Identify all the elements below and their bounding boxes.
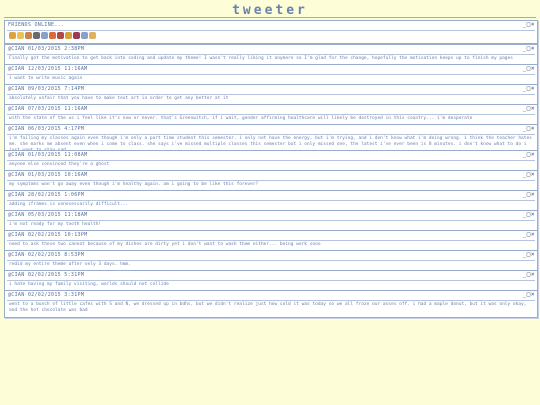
post-text: need to ask those two cannot because of …	[7, 240, 535, 249]
close-button[interactable]: ×	[531, 151, 535, 158]
friend-avatar-icon[interactable]	[57, 32, 64, 39]
post-text: anyone else convinced they're a ghost	[7, 160, 535, 169]
close-button[interactable]: ×	[531, 251, 535, 258]
window-controls: _□×	[523, 291, 535, 299]
friend-avatar-icon[interactable]	[81, 32, 88, 39]
window-titlebar: @CIAN 02/02/2015 5:31PM _□×	[5, 271, 537, 280]
close-button[interactable]: ×	[531, 211, 535, 218]
window-titlebar: @CIAN 01/03/2015 2:38PM _□×	[5, 45, 537, 54]
window-controls: _□×	[523, 251, 535, 259]
app-window: tweeter FRIENDS ONLINE... _□× @CIAN 01/0…	[0, 0, 540, 405]
window-titlebar: @CIAN 12/03/2015 11:16AM _□×	[5, 65, 537, 74]
close-button[interactable]: ×	[531, 125, 535, 132]
post-text: absolutely unfair that you have to make …	[7, 94, 535, 103]
friend-avatar-icon[interactable]	[49, 32, 56, 39]
close-button[interactable]: ×	[531, 65, 535, 72]
close-button[interactable]: ×	[531, 191, 535, 198]
window-controls: _□×	[523, 45, 535, 53]
title-divider	[4, 17, 536, 18]
post-text: i want to write music again	[7, 74, 535, 83]
post-text: went to a bunch of little cafes with S a…	[7, 300, 535, 315]
window-controls: _□×	[523, 105, 535, 113]
friends-avatar-row	[7, 30, 535, 41]
post-text: Finally got the motivation to get back i…	[7, 54, 535, 63]
window-titlebar: @CIAN 05/03/2015 11:18AM _□×	[5, 211, 537, 220]
post-window: @CIAN 28/02/2015 1:06PM _□× adding iframes…	[4, 190, 538, 212]
post-window: @CIAN 12/03/2015 11:16AM _□× i want to wri…	[4, 64, 538, 86]
close-button[interactable]: ×	[531, 21, 535, 28]
post-window: @CIAN 02/02/2015 5:31PM _□× i hate having …	[4, 270, 538, 292]
close-button[interactable]: ×	[531, 45, 535, 52]
friend-avatar-icon[interactable]	[89, 32, 96, 39]
window-controls: _□×	[523, 211, 535, 219]
post-text: with the state of the us i feel like it'…	[7, 114, 535, 123]
window-controls: _□×	[523, 65, 535, 73]
close-button[interactable]: ×	[531, 291, 535, 298]
window-titlebar: @CIAN 01/03/2015 11:08AM _□×	[5, 151, 537, 160]
post-text: i'm not ready for my tooth health!	[7, 220, 535, 229]
friend-avatar-icon[interactable]	[65, 32, 72, 39]
window-controls: _□×	[523, 151, 535, 159]
post-text: my symptoms won't go away even though i'…	[7, 180, 535, 189]
post-header: @CIAN 02/02/2015 3:31PM	[8, 292, 85, 298]
window-titlebar: @CIAN 02/02/2015 10:13PM _□×	[5, 231, 537, 240]
window-controls: _□×	[523, 231, 535, 239]
window-titlebar: @CIAN 02/02/2015 8:53PM _□×	[5, 251, 537, 260]
window-controls: _□×	[523, 125, 535, 133]
post-header: @CIAN 07/03/2015 11:16AM	[8, 106, 88, 112]
window-titlebar: @CIAN 09/03/2015 7:14PM _□×	[5, 85, 537, 94]
post-header: @CIAN 02/02/2015 10:13PM	[8, 232, 88, 238]
window-controls: _□×	[523, 21, 535, 29]
friends-online-window: FRIENDS ONLINE... _□×	[4, 20, 538, 44]
friend-avatar-icon[interactable]	[41, 32, 48, 39]
window-titlebar: @CIAN 02/02/2015 3:31PM _□×	[5, 291, 537, 300]
close-button[interactable]: ×	[531, 171, 535, 178]
post-header: @CIAN 06/03/2015 4:17PM	[8, 126, 85, 132]
window-titlebar: @CIAN 01/03/2015 10:16AM _□×	[5, 171, 537, 180]
post-text: i hate having my family visiting, worlds…	[7, 280, 535, 289]
post-window: @CIAN 01/03/2015 11:08AM _□× anyone else c…	[4, 150, 538, 172]
friend-avatar-icon[interactable]	[9, 32, 16, 39]
post-window: @CIAN 02/02/2015 3:31PM _□× went to a bunc…	[4, 290, 538, 318]
friend-avatar-icon[interactable]	[73, 32, 80, 39]
post-window: @CIAN 07/03/2015 11:16AM _□× with the stat…	[4, 104, 538, 126]
friend-avatar-icon[interactable]	[17, 32, 24, 39]
post-header: @CIAN 05/03/2015 11:18AM	[8, 212, 88, 218]
friend-avatar-icon[interactable]	[25, 32, 32, 39]
close-button[interactable]: ×	[531, 271, 535, 278]
close-button[interactable]: ×	[531, 105, 535, 112]
post-window: @CIAN 01/03/2015 2:38PM _□× Finally got th…	[4, 44, 538, 66]
post-header: @CIAN 12/03/2015 11:16AM	[8, 66, 88, 72]
post-header: @CIAN 01/03/2015 2:38PM	[8, 46, 85, 52]
window-controls: _□×	[523, 171, 535, 179]
post-window: @CIAN 01/03/2015 10:16AM _□× my symptoms w…	[4, 170, 538, 192]
close-button[interactable]: ×	[531, 85, 535, 92]
post-window: @CIAN 02/02/2015 8:53PM _□× redid my entir…	[4, 250, 538, 272]
window-controls: _□×	[523, 191, 535, 199]
close-button[interactable]: ×	[531, 231, 535, 238]
window-titlebar: @CIAN 07/03/2015 11:16AM _□×	[5, 105, 537, 114]
post-window: @CIAN 02/02/2015 10:13PM _□× need to ask t…	[4, 230, 538, 252]
window-controls: _□×	[523, 85, 535, 93]
friend-avatar-icon[interactable]	[33, 32, 40, 39]
post-header: @CIAN 02/02/2015 5:31PM	[8, 272, 85, 278]
post-header: @CIAN 01/03/2015 10:16AM	[8, 172, 88, 178]
window-titlebar: @CIAN 06/03/2015 4:17PM _□×	[5, 125, 537, 134]
post-window: @CIAN 05/03/2015 11:18AM _□× i'm not ready…	[4, 210, 538, 232]
post-window: @CIAN 09/03/2015 7:14PM _□× absolutely unf…	[4, 84, 538, 106]
post-header: @CIAN 02/02/2015 8:53PM	[8, 252, 85, 258]
app-title: tweeter	[232, 3, 308, 18]
post-text: adding iframes is unnecessarily difficul…	[7, 200, 535, 209]
window-titlebar: @CIAN 28/02/2015 1:06PM _□×	[5, 191, 537, 200]
post-text: redid my entire theme after only 3 days.…	[7, 260, 535, 269]
post-header: @CIAN 09/03/2015 7:14PM	[8, 86, 85, 92]
window-controls: _□×	[523, 271, 535, 279]
post-header: @CIAN 01/03/2015 11:08AM	[8, 152, 88, 158]
window-titlebar: FRIENDS ONLINE... _□×	[5, 21, 537, 30]
friends-header: FRIENDS ONLINE...	[8, 22, 65, 28]
post-header: @CIAN 28/02/2015 1:06PM	[8, 192, 85, 198]
